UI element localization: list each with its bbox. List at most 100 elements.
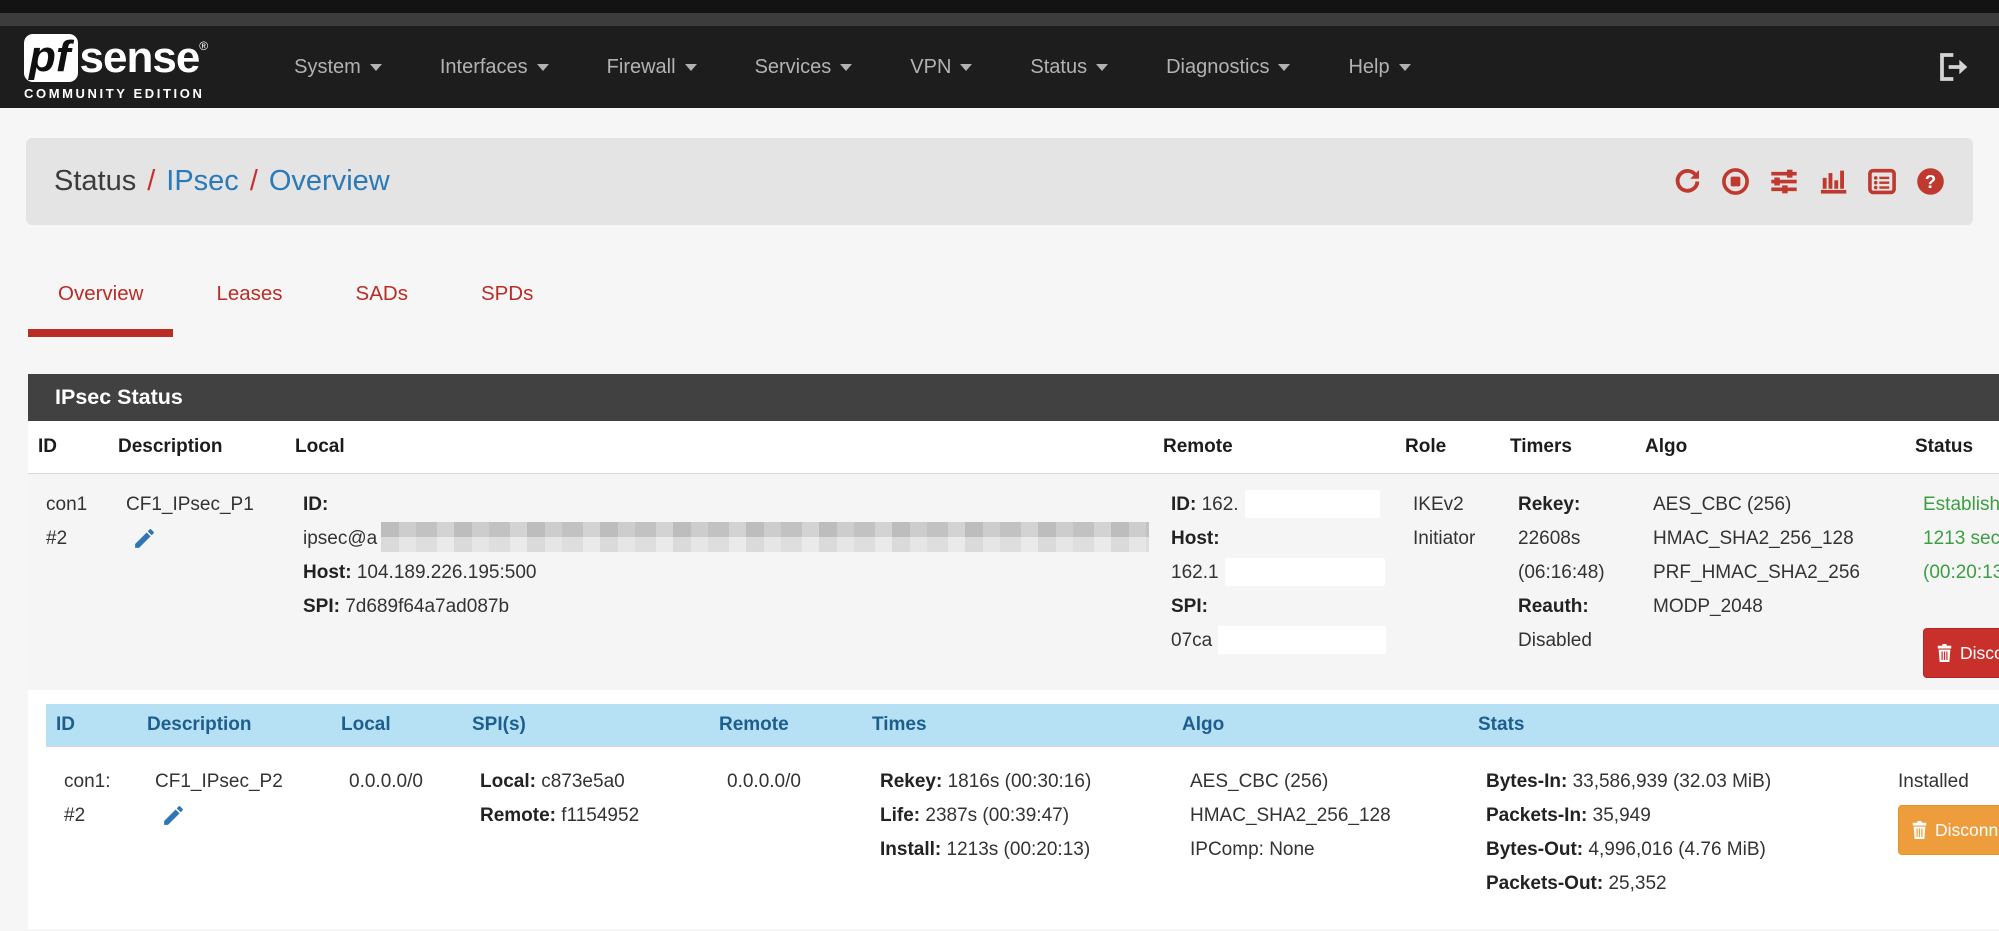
p2-spis-cell: Local: c873e5a0 Remote: f1154952 xyxy=(462,747,709,918)
breadcrumb: Status/IPsec/Overview xyxy=(54,165,390,198)
chevron-down-icon xyxy=(370,64,382,71)
nav-item-help[interactable]: Help xyxy=(1348,56,1410,79)
p1-description: CF1_IPsec_P1 xyxy=(126,488,285,522)
registered-mark: ® xyxy=(199,39,208,53)
disconnect-p1-button[interactable]: Disconnect xyxy=(1923,628,1999,678)
p2-algo-cell: AES_CBC (256) HMAC_SHA2_256_128 IPComp: … xyxy=(1172,747,1468,918)
sign-out-icon[interactable] xyxy=(1935,51,1969,83)
top-navbar: pf sense ® COMMUNITY EDITION System Inte… xyxy=(0,26,1999,108)
status-established: Established xyxy=(1923,488,1999,522)
redacted-white-block xyxy=(1245,490,1380,518)
col-header-algo: Algo xyxy=(1635,421,1905,474)
page-action-icons: ? xyxy=(1673,167,1945,196)
col-header-actions xyxy=(1880,704,1999,747)
col-header-remote: Remote xyxy=(709,704,862,747)
p1-algo-cell: AES_CBC (256) HMAC_SHA2_256_128 PRF_HMAC… xyxy=(1635,474,1905,691)
col-header-times: Times xyxy=(862,704,1172,747)
p2-description: CF1_IPsec_P2 xyxy=(155,765,331,799)
redacted-blur-block xyxy=(381,522,1149,552)
col-header-id: ID xyxy=(28,421,108,474)
col-header-status: Status xyxy=(1905,421,1999,474)
p2-id-cell: con1: #2 xyxy=(46,747,137,918)
col-header-stats: Stats xyxy=(1468,704,1880,747)
breadcrumb-separator: / xyxy=(239,165,269,197)
phase1-table: ID Description Local Remote Role Timers … xyxy=(28,421,1999,929)
disconnect-p2-button[interactable]: Disconnect xyxy=(1898,805,1999,855)
phase2-container-row: ID Description Local SPI(s) Remote Times… xyxy=(28,690,1999,929)
p2-stats-cell: Bytes-In: 33,586,939 (32.03 MiB) Packets… xyxy=(1468,747,1880,918)
col-header-remote: Remote xyxy=(1153,421,1395,474)
col-header-role: Role xyxy=(1395,421,1500,474)
nav-item-firewall[interactable]: Firewall xyxy=(607,56,697,79)
redacted-white-block xyxy=(1225,558,1385,586)
help-icon[interactable]: ? xyxy=(1916,167,1945,196)
top-black-strip xyxy=(0,0,1999,13)
col-header-spis: SPI(s) xyxy=(462,704,709,747)
col-header-description: Description xyxy=(108,421,285,474)
community-edition-label: COMMUNITY EDITION xyxy=(24,86,208,101)
nav-item-services[interactable]: Services xyxy=(755,56,853,79)
list-icon[interactable] xyxy=(1867,167,1897,196)
tab-spds[interactable]: SPDs xyxy=(451,282,563,337)
pfsense-logo-pf: pf xyxy=(24,34,78,82)
stop-icon[interactable] xyxy=(1721,167,1750,196)
chevron-down-icon xyxy=(1399,64,1411,71)
p2-description-cell: CF1_IPsec_P2 xyxy=(137,747,331,918)
nav-item-diagnostics[interactable]: Diagnostics xyxy=(1166,56,1290,79)
redacted-white-block xyxy=(1218,626,1386,654)
phase1-row: con1 #2 CF1_IPsec_P1 ID: ipsec@a Host: 1… xyxy=(28,474,1999,691)
phase2-row: con1: #2 CF1_IPsec_P2 0.0.0.0/0 xyxy=(46,747,1999,918)
breadcrumb-separator: / xyxy=(136,165,166,197)
refresh-icon[interactable] xyxy=(1673,167,1702,196)
tab-overview[interactable]: Overview xyxy=(28,282,173,337)
trash-icon xyxy=(1911,821,1928,839)
pfsense-logo-sense: sense xyxy=(80,33,200,83)
bar-chart-icon[interactable] xyxy=(1818,167,1848,196)
p2-local-cell: 0.0.0.0/0 xyxy=(331,747,462,918)
chevron-down-icon xyxy=(960,64,972,71)
chevron-down-icon xyxy=(1278,64,1290,71)
breadcrumb-link-overview[interactable]: Overview xyxy=(269,165,390,197)
p1-local-cell: ID: ipsec@a Host: 104.189.226.195:500 SP… xyxy=(285,474,1153,691)
p2-state-cell: Installed Disconnect xyxy=(1880,747,1999,918)
pfsense-logo[interactable]: pf sense ® COMMUNITY EDITION xyxy=(24,33,208,101)
nav-item-status[interactable]: Status xyxy=(1030,56,1108,79)
phase2-table: ID Description Local SPI(s) Remote Times… xyxy=(46,704,1999,917)
chevron-down-icon xyxy=(537,64,549,71)
p1-status-cell: Established 1213 seconds (00:20:13) Disc… xyxy=(1905,474,1999,691)
p1-remote-cell: ID: 162. Host: 162.1 SPI: 07ca xyxy=(1153,474,1395,691)
trash-icon xyxy=(1936,644,1953,662)
tab-sads[interactable]: SADs xyxy=(326,282,438,337)
col-header-local: Local xyxy=(285,421,1153,474)
breadcrumb-panel: Status/IPsec/Overview ? xyxy=(26,138,1973,225)
p2-state: Installed xyxy=(1898,765,1999,799)
col-header-local: Local xyxy=(331,704,462,747)
edit-pencil-icon[interactable] xyxy=(161,803,186,840)
ipsec-status-panel: IPsec Status ID Description Local Remote… xyxy=(28,374,1999,929)
svg-text:?: ? xyxy=(1925,171,1936,192)
chevron-down-icon xyxy=(840,64,852,71)
chevron-down-icon xyxy=(685,64,697,71)
p1-id-cell: con1 #2 xyxy=(28,474,108,691)
panel-title: IPsec Status xyxy=(28,374,1999,421)
p1-timers-cell: Rekey: 22608s (06:16:48) Reauth: Disable… xyxy=(1500,474,1635,691)
main-menu: System Interfaces Firewall Services VPN … xyxy=(294,56,1410,79)
col-header-id: ID xyxy=(46,704,137,747)
tab-leases[interactable]: Leases xyxy=(186,282,312,337)
breadcrumb-section: Status xyxy=(54,165,136,197)
edit-pencil-icon[interactable] xyxy=(132,526,157,563)
col-header-algo: Algo xyxy=(1172,704,1468,747)
p2-remote-cell: 0.0.0.0/0 xyxy=(709,747,862,918)
col-header-timers: Timers xyxy=(1500,421,1635,474)
nav-item-vpn[interactable]: VPN xyxy=(910,56,972,79)
breadcrumb-link-ipsec[interactable]: IPsec xyxy=(166,165,239,197)
phase1-header-row: ID Description Local Remote Role Timers … xyxy=(28,421,1999,474)
ipsec-tabs: Overview Leases SADs SPDs xyxy=(28,282,1999,337)
p1-description-cell: CF1_IPsec_P1 xyxy=(108,474,285,691)
sliders-icon[interactable] xyxy=(1769,167,1799,196)
p2-times-cell: Rekey: 1816s (00:30:16) Life: 2387s (00:… xyxy=(862,747,1172,918)
chevron-down-icon xyxy=(1096,64,1108,71)
phase2-header-row: ID Description Local SPI(s) Remote Times… xyxy=(46,704,1999,747)
nav-item-interfaces[interactable]: Interfaces xyxy=(440,56,549,79)
nav-item-system[interactable]: System xyxy=(294,56,382,79)
